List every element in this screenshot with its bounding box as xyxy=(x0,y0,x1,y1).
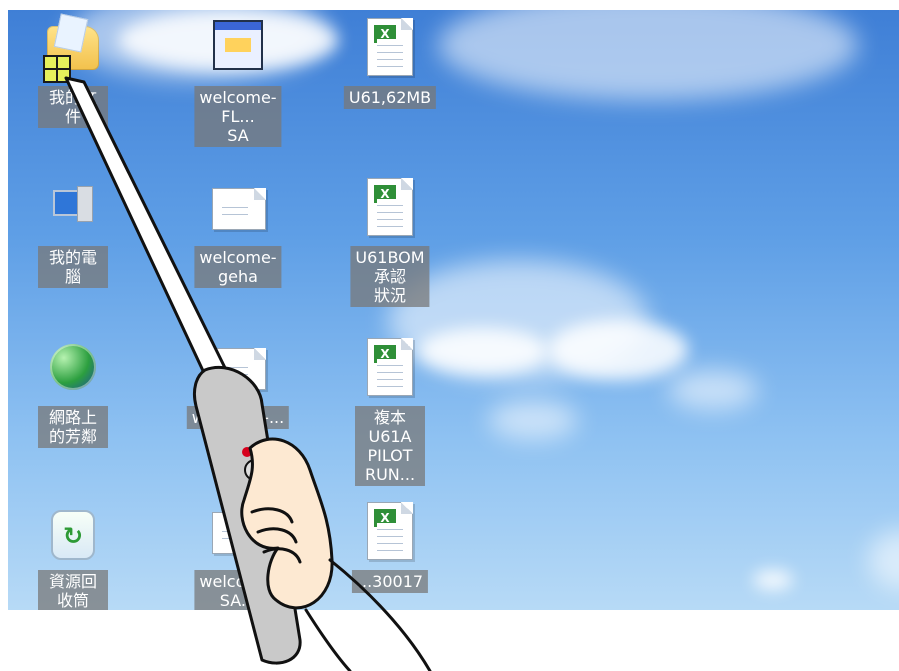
excel-file-icon: X xyxy=(364,178,416,236)
excel-file-icon: X xyxy=(364,502,416,560)
network-globe-icon xyxy=(47,338,99,396)
cloud xyxy=(418,328,548,374)
excel-file-icon: X xyxy=(364,18,416,76)
icon-label: U61,62MB xyxy=(343,86,437,109)
cloud xyxy=(438,10,858,100)
icon-label: 網路上的芳鄰 xyxy=(38,406,108,448)
document-thumbnail-icon xyxy=(212,338,266,396)
document-thumbnail-icon xyxy=(212,502,266,560)
cloud xyxy=(868,530,899,590)
cloud xyxy=(753,570,793,590)
icon-label: 複本 U61A PILOT RUN... xyxy=(355,406,425,486)
icon-label: U61BOM 承認 狀況 xyxy=(350,246,430,307)
cloud xyxy=(548,320,688,380)
document-thumbnail-icon xyxy=(212,178,266,236)
icon-label: 我的文件 xyxy=(38,86,108,128)
desktop-background: 我的文件 我的電腦 網路上的芳鄰 資源回收筒 welcome-FL... SA … xyxy=(8,10,899,610)
icon-label: welcome-... xyxy=(186,406,290,429)
excel-file-icon: X xyxy=(364,338,416,396)
recycle-bin-icon xyxy=(47,502,99,560)
icon-label: 資源回收筒 xyxy=(38,570,108,610)
icon-label: welcome-FL... SA xyxy=(194,86,282,147)
icon-label: welcome-geha xyxy=(194,246,282,288)
icon-label: 我的電腦 xyxy=(38,246,108,288)
cloud xyxy=(488,400,578,440)
icon-label: welcome-SA... xyxy=(194,570,282,610)
cloud xyxy=(668,370,758,410)
folder-icon xyxy=(47,18,99,76)
computer-icon xyxy=(47,178,99,236)
icon-label: ...30017 xyxy=(351,570,429,593)
window-icon xyxy=(212,18,264,76)
